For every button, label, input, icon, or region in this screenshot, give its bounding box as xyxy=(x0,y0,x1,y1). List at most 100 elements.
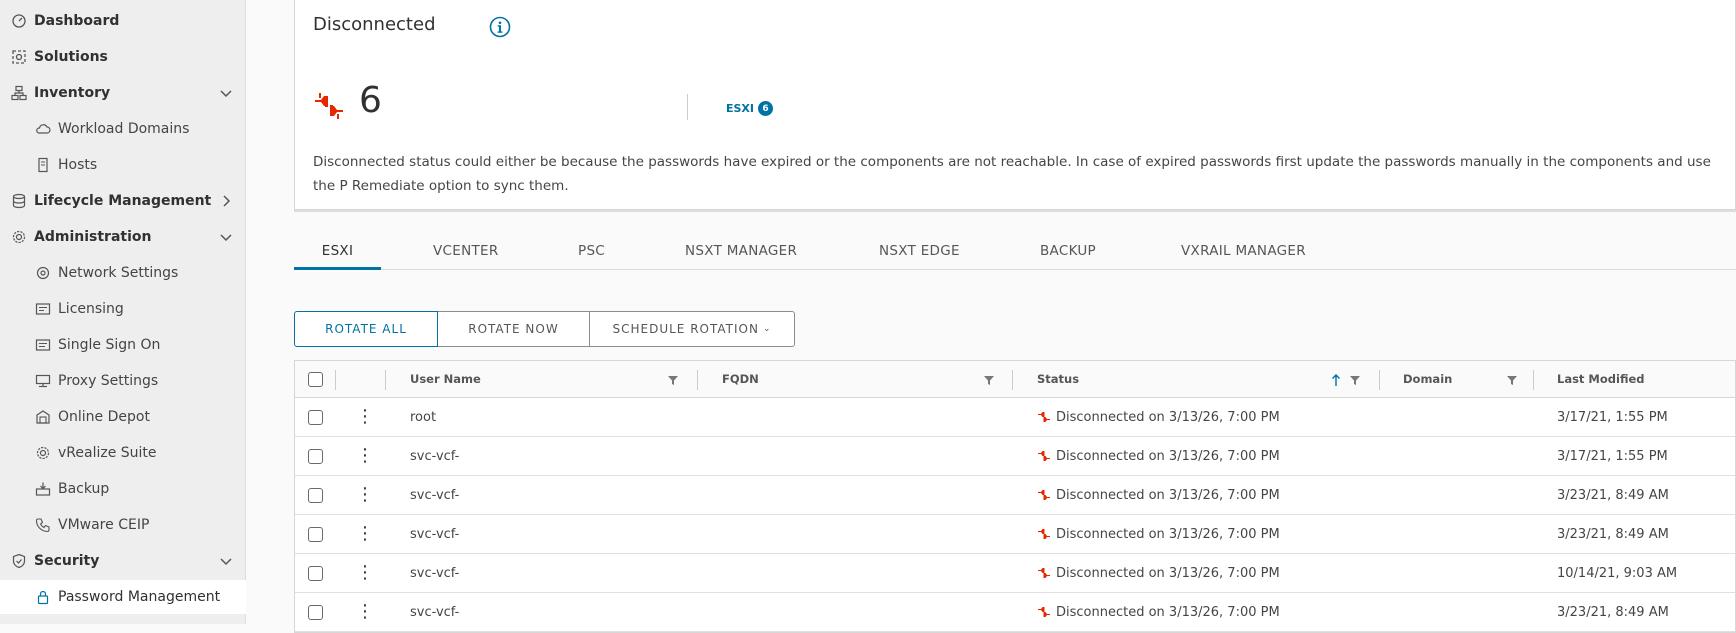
rotate-now-button[interactable]: ROTATE NOW xyxy=(437,311,590,347)
tab-psc[interactable]: PSC xyxy=(578,232,605,270)
column-header-status[interactable]: Status xyxy=(1037,361,1079,397)
sidebar-item-label: Lifecycle Management xyxy=(34,193,212,209)
filter-icon[interactable] xyxy=(667,374,679,386)
esxi-link-label: ESXI xyxy=(726,102,755,115)
table-row[interactable]: ⋮ svc-vcf- Disconnected on 3/13/26, 7:00… xyxy=(295,593,1735,632)
table-row[interactable]: ⋮ svc-vcf- Disconnected on 3/13/26, 7:00… xyxy=(295,437,1735,476)
sidebar: Dashboard Solutions Inventory Workload D… xyxy=(0,0,246,624)
select-all-checkbox-cell xyxy=(308,361,323,397)
sidebar-item-label: Inventory xyxy=(34,85,111,101)
kebab-menu-icon[interactable]: ⋮ xyxy=(356,603,374,621)
status-cell: Disconnected on 3/13/26, 7:00 PM xyxy=(1037,554,1280,592)
row-checkbox-cell xyxy=(308,398,323,436)
status-text: Disconnected on 3/13/26, 7:00 PM xyxy=(1056,448,1280,464)
row-checkbox[interactable] xyxy=(308,526,323,542)
filter-icon[interactable] xyxy=(1506,374,1518,386)
tab-vcenter[interactable]: VCENTER xyxy=(433,232,499,270)
tab-esxi[interactable]: ESXI xyxy=(294,232,381,270)
sidebar-item-backup[interactable]: Backup xyxy=(0,472,246,506)
table-row[interactable]: ⋮ root Disconnected on 3/13/26, 7:00 PM … xyxy=(295,398,1735,437)
sidebar-item-online-depot[interactable]: Online Depot xyxy=(0,400,246,434)
sidebar-item-label: Single Sign On xyxy=(58,337,161,353)
row-actions-cell: ⋮ xyxy=(356,398,374,436)
sidebar-item-proxy-settings[interactable]: Proxy Settings xyxy=(0,364,246,398)
sidebar-item-hosts[interactable]: Hosts xyxy=(0,148,246,182)
chevron-down-icon[interactable] xyxy=(218,85,234,101)
row-checkbox-cell xyxy=(308,554,323,592)
sidebar-item-licensing[interactable]: Licensing xyxy=(0,292,246,326)
sidebar-item-single-sign-on[interactable]: Single Sign On xyxy=(0,328,246,362)
sidebar-item-password-management[interactable]: Password Management xyxy=(0,580,246,614)
disconnected-status-icon xyxy=(1038,490,1050,500)
kebab-menu-icon[interactable]: ⋮ xyxy=(356,486,374,504)
column-header-last-modified[interactable]: Last Modified xyxy=(1557,361,1645,397)
schedule-rotation-button[interactable]: SCHEDULE ROTATION ⌄ xyxy=(589,311,795,347)
row-checkbox[interactable] xyxy=(308,604,323,620)
column-separator xyxy=(385,370,386,390)
sidebar-item-label: Security xyxy=(34,553,100,569)
status-cell: Disconnected on 3/13/26, 7:00 PM xyxy=(1037,515,1280,553)
cloud-icon xyxy=(34,120,52,138)
sidebar-item-inventory[interactable]: Inventory xyxy=(0,76,246,110)
sort-ascending-icon[interactable] xyxy=(1330,373,1342,387)
row-checkbox-cell xyxy=(308,476,323,514)
sidebar-item-label: Password Management xyxy=(58,589,221,605)
proxy-icon xyxy=(34,372,52,390)
sidebar-item-label: vRealize Suite xyxy=(58,445,157,461)
kebab-menu-icon[interactable]: ⋮ xyxy=(356,525,374,543)
user-name-cell: svc-vcf- xyxy=(410,448,460,464)
last-modified-cell: 3/23/21, 8:49 AM xyxy=(1557,487,1669,503)
grid-header: User Name FQDN Status Domain Last Modifi… xyxy=(295,361,1735,398)
divider xyxy=(687,94,688,120)
disconnected-status-icon xyxy=(1038,451,1050,461)
row-checkbox[interactable] xyxy=(308,448,323,464)
table-row[interactable]: ⋮ svc-vcf- Disconnected on 3/13/26, 7:00… xyxy=(295,554,1735,593)
sidebar-item-label: VMware CEIP xyxy=(58,517,150,533)
row-checkbox[interactable] xyxy=(308,487,323,503)
row-checkbox[interactable] xyxy=(308,565,323,581)
table-row[interactable]: ⋮ svc-vcf- Disconnected on 3/13/26, 7:00… xyxy=(295,476,1735,515)
sidebar-item-lifecycle-management[interactable]: Lifecycle Management xyxy=(0,184,246,218)
sidebar-item-network-settings[interactable]: Network Settings xyxy=(0,256,246,290)
sidebar-item-label: Workload Domains xyxy=(58,121,190,137)
sidebar-item-solutions[interactable]: Solutions xyxy=(0,40,246,74)
sidebar-item-vrealize-suite[interactable]: vRealize Suite xyxy=(0,436,246,470)
chevron-down-icon[interactable] xyxy=(218,229,234,245)
tab-nsxt-edge[interactable]: NSXT EDGE xyxy=(879,232,960,270)
kebab-menu-icon[interactable]: ⋮ xyxy=(356,564,374,582)
column-header-user-name[interactable]: User Name xyxy=(410,361,481,397)
info-icon[interactable] xyxy=(489,16,511,38)
row-checkbox[interactable] xyxy=(308,409,323,425)
last-modified-cell: 3/17/21, 1:55 PM xyxy=(1557,409,1668,425)
sidebar-item-administration[interactable]: Administration xyxy=(0,220,246,254)
sidebar-item-label: Hosts xyxy=(58,157,98,173)
status-cell: Disconnected on 3/13/26, 7:00 PM xyxy=(1037,476,1280,514)
kebab-menu-icon[interactable]: ⋮ xyxy=(356,408,374,426)
filter-icon[interactable] xyxy=(983,374,995,386)
tab-nsxt-manager[interactable]: NSXT MANAGER xyxy=(685,232,797,270)
table-row[interactable]: ⋮ svc-vcf- Disconnected on 3/13/26, 7:00… xyxy=(295,515,1735,554)
kebab-menu-icon[interactable]: ⋮ xyxy=(356,447,374,465)
rotate-all-button[interactable]: ROTATE ALL xyxy=(294,311,438,347)
sidebar-item-workload-domains[interactable]: Workload Domains xyxy=(0,112,246,146)
depot-icon xyxy=(34,408,52,426)
sidebar-item-label: Licensing xyxy=(58,301,124,317)
tab-backup[interactable]: BACKUP xyxy=(1040,232,1096,270)
card-description: Disconnected status could either be beca… xyxy=(313,154,1711,194)
sidebar-item-security[interactable]: Security xyxy=(0,544,246,578)
sidebar-item-dashboard[interactable]: Dashboard xyxy=(0,4,246,38)
column-header-domain[interactable]: Domain xyxy=(1403,361,1452,397)
esxi-count-link[interactable]: ESXI 6 xyxy=(726,101,774,116)
select-all-checkbox[interactable] xyxy=(308,371,323,387)
status-cell: Disconnected on 3/13/26, 7:00 PM xyxy=(1037,437,1280,475)
filter-icon[interactable] xyxy=(1349,374,1361,386)
schedule-rotation-label: SCHEDULE ROTATION xyxy=(612,322,759,336)
last-modified-cell: 10/14/21, 9:03 AM xyxy=(1557,565,1678,581)
disconnected-plug-icon xyxy=(315,93,343,119)
sidebar-item-vmware-ceip[interactable]: VMware CEIP xyxy=(0,508,246,542)
column-header-fqdn[interactable]: FQDN xyxy=(722,361,759,397)
user-name-cell: root xyxy=(410,409,437,425)
chevron-right-icon[interactable] xyxy=(218,193,234,209)
tab-vxrail-manager[interactable]: VXRAIL MANAGER xyxy=(1181,232,1306,270)
chevron-down-icon[interactable] xyxy=(218,553,234,569)
